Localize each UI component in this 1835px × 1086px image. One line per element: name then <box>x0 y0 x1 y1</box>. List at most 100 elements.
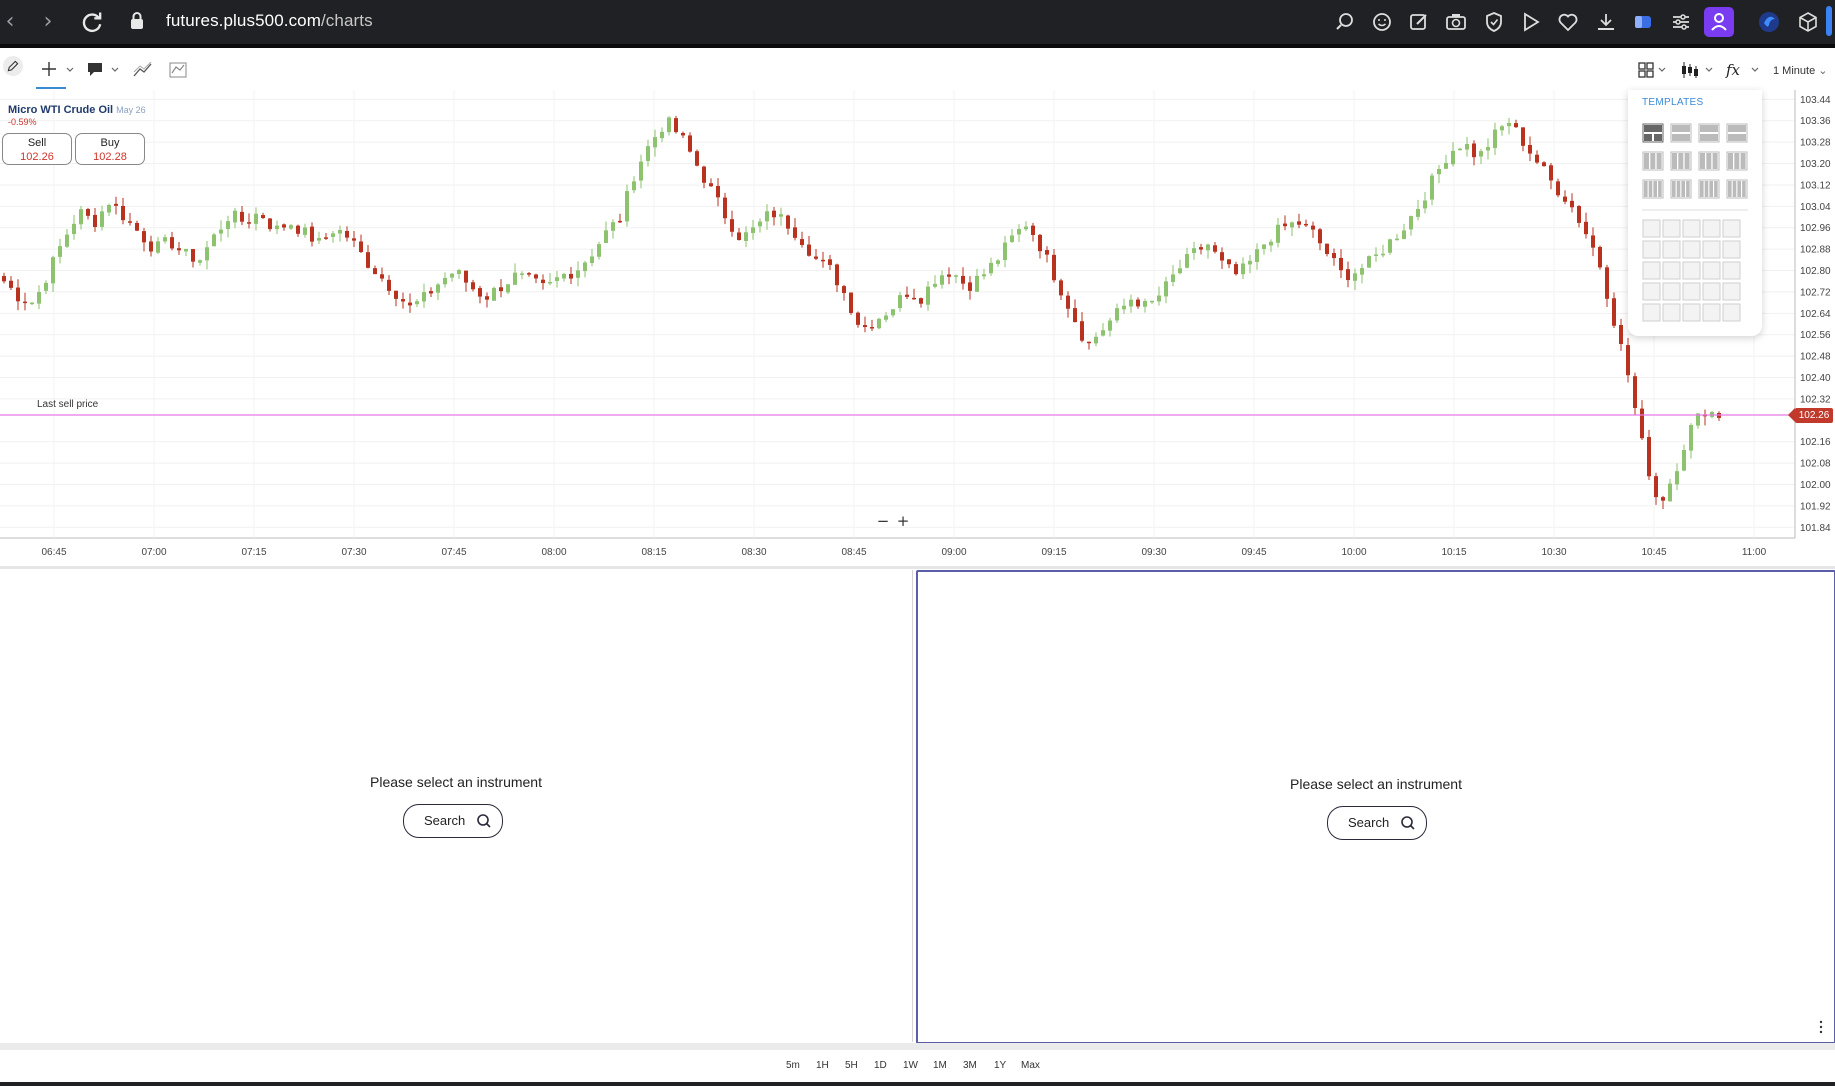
camera-icon[interactable] <box>1445 11 1467 33</box>
crosshair-icon[interactable] <box>40 60 74 80</box>
custom-grid-cell[interactable] <box>1662 261 1681 280</box>
candles-icon[interactable] <box>1680 60 1714 80</box>
pencil-icon[interactable] <box>0 56 26 76</box>
custom-grid-cell[interactable] <box>1702 219 1721 238</box>
shield-icon[interactable] <box>1483 11 1505 33</box>
custom-grid-cell[interactable] <box>1702 282 1721 301</box>
candle-body <box>562 273 566 279</box>
more-options-icon[interactable] <box>1818 1020 1824 1034</box>
interval-selector[interactable]: 1 Minute ⌄ <box>1773 64 1827 77</box>
custom-grid-cell[interactable] <box>1642 219 1661 238</box>
custom-grid-cell[interactable] <box>1662 219 1681 238</box>
candlestick-chart[interactable]: 103.44 103.36 103.28 103.20 103.12 103.04 102.… <box>0 90 1835 568</box>
custom-grid-cell[interactable] <box>1702 240 1721 259</box>
custom-grid-cell[interactable] <box>1722 303 1741 322</box>
range-button-max[interactable]: Max <box>1021 1060 1040 1071</box>
trend-icon[interactable] <box>132 60 154 80</box>
comment-icon[interactable] <box>86 60 120 80</box>
custom-grid-cell[interactable] <box>1662 282 1681 301</box>
candle-body <box>492 287 496 301</box>
instrument-name[interactable]: Micro WTI Crude Oil May 26 <box>8 104 146 116</box>
profile-icon[interactable] <box>1704 7 1734 37</box>
template-option-10[interactable] <box>1698 179 1720 199</box>
menu-icon[interactable] <box>1670 11 1692 33</box>
custom-grid-cell[interactable] <box>1642 303 1661 322</box>
download-icon[interactable] <box>1595 11 1617 33</box>
layout-icon[interactable] <box>1637 60 1667 80</box>
indicator-icon[interactable] <box>168 60 190 80</box>
chart-panel-right[interactable]: Please select an instrument Search <box>916 570 1835 1044</box>
panel-right-search-button[interactable]: Search <box>1327 806 1427 840</box>
cube-icon[interactable] <box>1797 11 1819 33</box>
zoom-out-button[interactable]: − <box>874 512 892 530</box>
custom-grid-cell[interactable] <box>1682 261 1701 280</box>
edit-icon[interactable] <box>1408 11 1430 33</box>
forward-icon[interactable]: › <box>34 8 62 36</box>
back-icon[interactable]: ‹ <box>0 8 24 36</box>
template-option-1[interactable] <box>1670 123 1692 143</box>
heart-icon[interactable] <box>1557 11 1579 33</box>
custom-grid-cell[interactable] <box>1702 261 1721 280</box>
candle-body <box>471 282 475 290</box>
candle-body <box>1332 253 1336 259</box>
emoji-icon[interactable] <box>1371 11 1393 33</box>
custom-grid-cell[interactable] <box>1662 303 1681 322</box>
custom-grid-cell[interactable] <box>1642 282 1661 301</box>
sidebar-icon[interactable] <box>1632 11 1654 33</box>
custom-grid-cell[interactable] <box>1722 261 1741 280</box>
range-button-1d[interactable]: 1D <box>874 1060 887 1071</box>
custom-grid-cell[interactable] <box>1682 303 1701 322</box>
custom-grid-cell[interactable] <box>1642 240 1661 259</box>
candle-body <box>114 203 118 206</box>
template-option-4[interactable] <box>1642 151 1664 171</box>
candle-body <box>807 244 811 256</box>
custom-grid-cell[interactable] <box>1682 219 1701 238</box>
address-bar[interactable]: futures.plus500.com/charts <box>166 11 373 31</box>
template-option-3[interactable] <box>1726 123 1748 143</box>
custom-grid-cell[interactable] <box>1722 240 1741 259</box>
lock-icon[interactable] <box>129 11 145 31</box>
range-button-1y[interactable]: 1Y <box>994 1060 1006 1071</box>
template-option-2[interactable] <box>1698 123 1720 143</box>
custom-grid-cell[interactable] <box>1682 240 1701 259</box>
template-option-5[interactable] <box>1670 151 1692 171</box>
candle-body <box>1402 230 1406 240</box>
range-button-1h[interactable]: 1H <box>816 1060 829 1071</box>
custom-grid-cell[interactable] <box>1682 282 1701 301</box>
range-button-5m[interactable]: 5m <box>786 1060 800 1071</box>
candle-body <box>842 286 846 293</box>
candle-body <box>1563 196 1567 202</box>
panel-left-search-button[interactable]: Search <box>403 804 503 838</box>
template-option-9[interactable] <box>1670 179 1692 199</box>
zoom-in-button[interactable]: + <box>894 512 912 530</box>
custom-grid-cell[interactable] <box>1722 282 1741 301</box>
template-option-6[interactable] <box>1698 151 1720 171</box>
extension-icon[interactable] <box>1756 9 1782 35</box>
range-button-3m[interactable]: 3M <box>963 1060 977 1071</box>
template-option-11[interactable] <box>1726 179 1748 199</box>
custom-grid-cell[interactable] <box>1722 219 1741 238</box>
play-icon[interactable] <box>1520 11 1542 33</box>
fx-icon[interactable]: fx <box>1724 60 1760 80</box>
template-option-7[interactable] <box>1726 151 1748 171</box>
buy-button[interactable]: Buy 102.28 <box>75 133 145 165</box>
candle-body <box>1066 295 1070 309</box>
custom-grid-cell[interactable] <box>1662 240 1681 259</box>
reload-icon[interactable] <box>78 9 106 37</box>
candle-body <box>401 299 405 302</box>
chart-toolbar: fx 1 Minute ⌄ <box>0 48 1835 91</box>
custom-grid-cell[interactable] <box>1702 303 1721 322</box>
sell-button[interactable]: Sell 102.26 <box>2 133 72 165</box>
price-chart[interactable]: 103.44 103.36 103.28 103.20 103.12 103.04 102.… <box>0 90 1835 568</box>
custom-grid-cell[interactable] <box>1642 261 1661 280</box>
template-options[interactable] <box>1628 90 1762 336</box>
range-button-1w[interactable]: 1W <box>903 1060 918 1071</box>
candle-body <box>51 257 55 284</box>
template-option-0[interactable] <box>1642 123 1664 143</box>
y-tick-label: 103.44 <box>1800 95 1831 106</box>
range-button-5h[interactable]: 5H <box>845 1060 858 1071</box>
zoom-icon[interactable] <box>1334 11 1356 33</box>
template-option-8[interactable] <box>1642 179 1664 199</box>
chart-panel-left[interactable]: Please select an instrument Search <box>0 570 913 1042</box>
range-button-1m[interactable]: 1M <box>933 1060 947 1071</box>
